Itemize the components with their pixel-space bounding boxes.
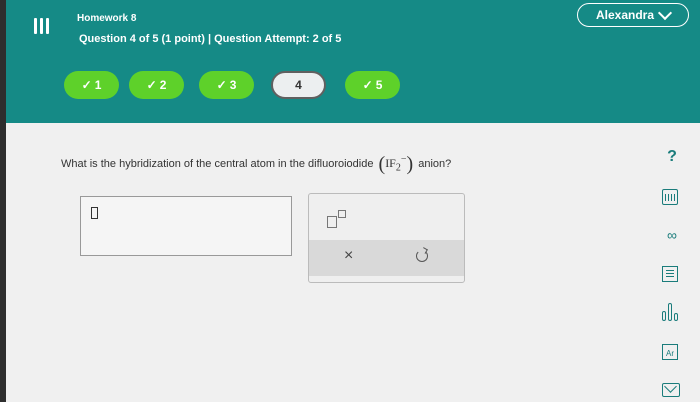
- left-edge: [0, 0, 6, 402]
- math-tool-panel: ×: [308, 193, 465, 283]
- clear-button[interactable]: ×: [344, 247, 353, 265]
- superscript-icon[interactable]: [327, 209, 351, 229]
- user-name: Alexandra: [595, 8, 655, 22]
- chemical-formula: (IF2−): [378, 153, 414, 175]
- help-icon[interactable]: ?: [662, 148, 682, 166]
- question-nav-1[interactable]: ✓ 1: [64, 71, 119, 99]
- question-text: What is the hybridization of the central…: [61, 153, 452, 175]
- question-info: Question 4 of 5 (1 point) | Question Att…: [79, 33, 342, 45]
- question-number: 1: [94, 78, 102, 92]
- calculator-icon[interactable]: [662, 189, 678, 205]
- check-icon: ✓: [81, 78, 92, 92]
- chevron-down-icon: [657, 5, 673, 21]
- question-nav-2[interactable]: ✓ 2: [129, 71, 184, 99]
- question-number: 4: [295, 78, 302, 92]
- chart-icon[interactable]: [662, 303, 682, 321]
- question-nav-5[interactable]: ✓ 5: [345, 71, 400, 99]
- question-number: 2: [159, 78, 167, 92]
- user-menu-button[interactable]: Alexandra: [577, 3, 689, 27]
- check-icon: ✓: [216, 78, 227, 92]
- link-icon[interactable]: ∞: [662, 227, 682, 243]
- mail-icon[interactable]: [662, 383, 680, 397]
- undo-icon[interactable]: [416, 250, 428, 262]
- answer-input[interactable]: [80, 196, 292, 256]
- assignment-title: Homework 8: [77, 13, 137, 24]
- question-nav-4[interactable]: 4: [271, 71, 326, 99]
- question-nav-3[interactable]: ✓ 3: [199, 71, 254, 99]
- cursor-icon: [91, 207, 98, 219]
- header: Homework 8 Question 4 of 5 (1 point) | Q…: [0, 0, 700, 123]
- notes-icon[interactable]: [662, 266, 678, 282]
- tool-action-bar: ×: [309, 240, 464, 276]
- periodic-table-icon[interactable]: Ar: [662, 344, 678, 360]
- menu-icon[interactable]: [26, 12, 56, 42]
- question-number: 5: [375, 78, 383, 92]
- check-icon: ✓: [146, 78, 157, 92]
- right-toolbar: ? ∞ Ar: [640, 123, 700, 402]
- question-number: 3: [229, 78, 237, 92]
- check-icon: ✓: [362, 78, 373, 92]
